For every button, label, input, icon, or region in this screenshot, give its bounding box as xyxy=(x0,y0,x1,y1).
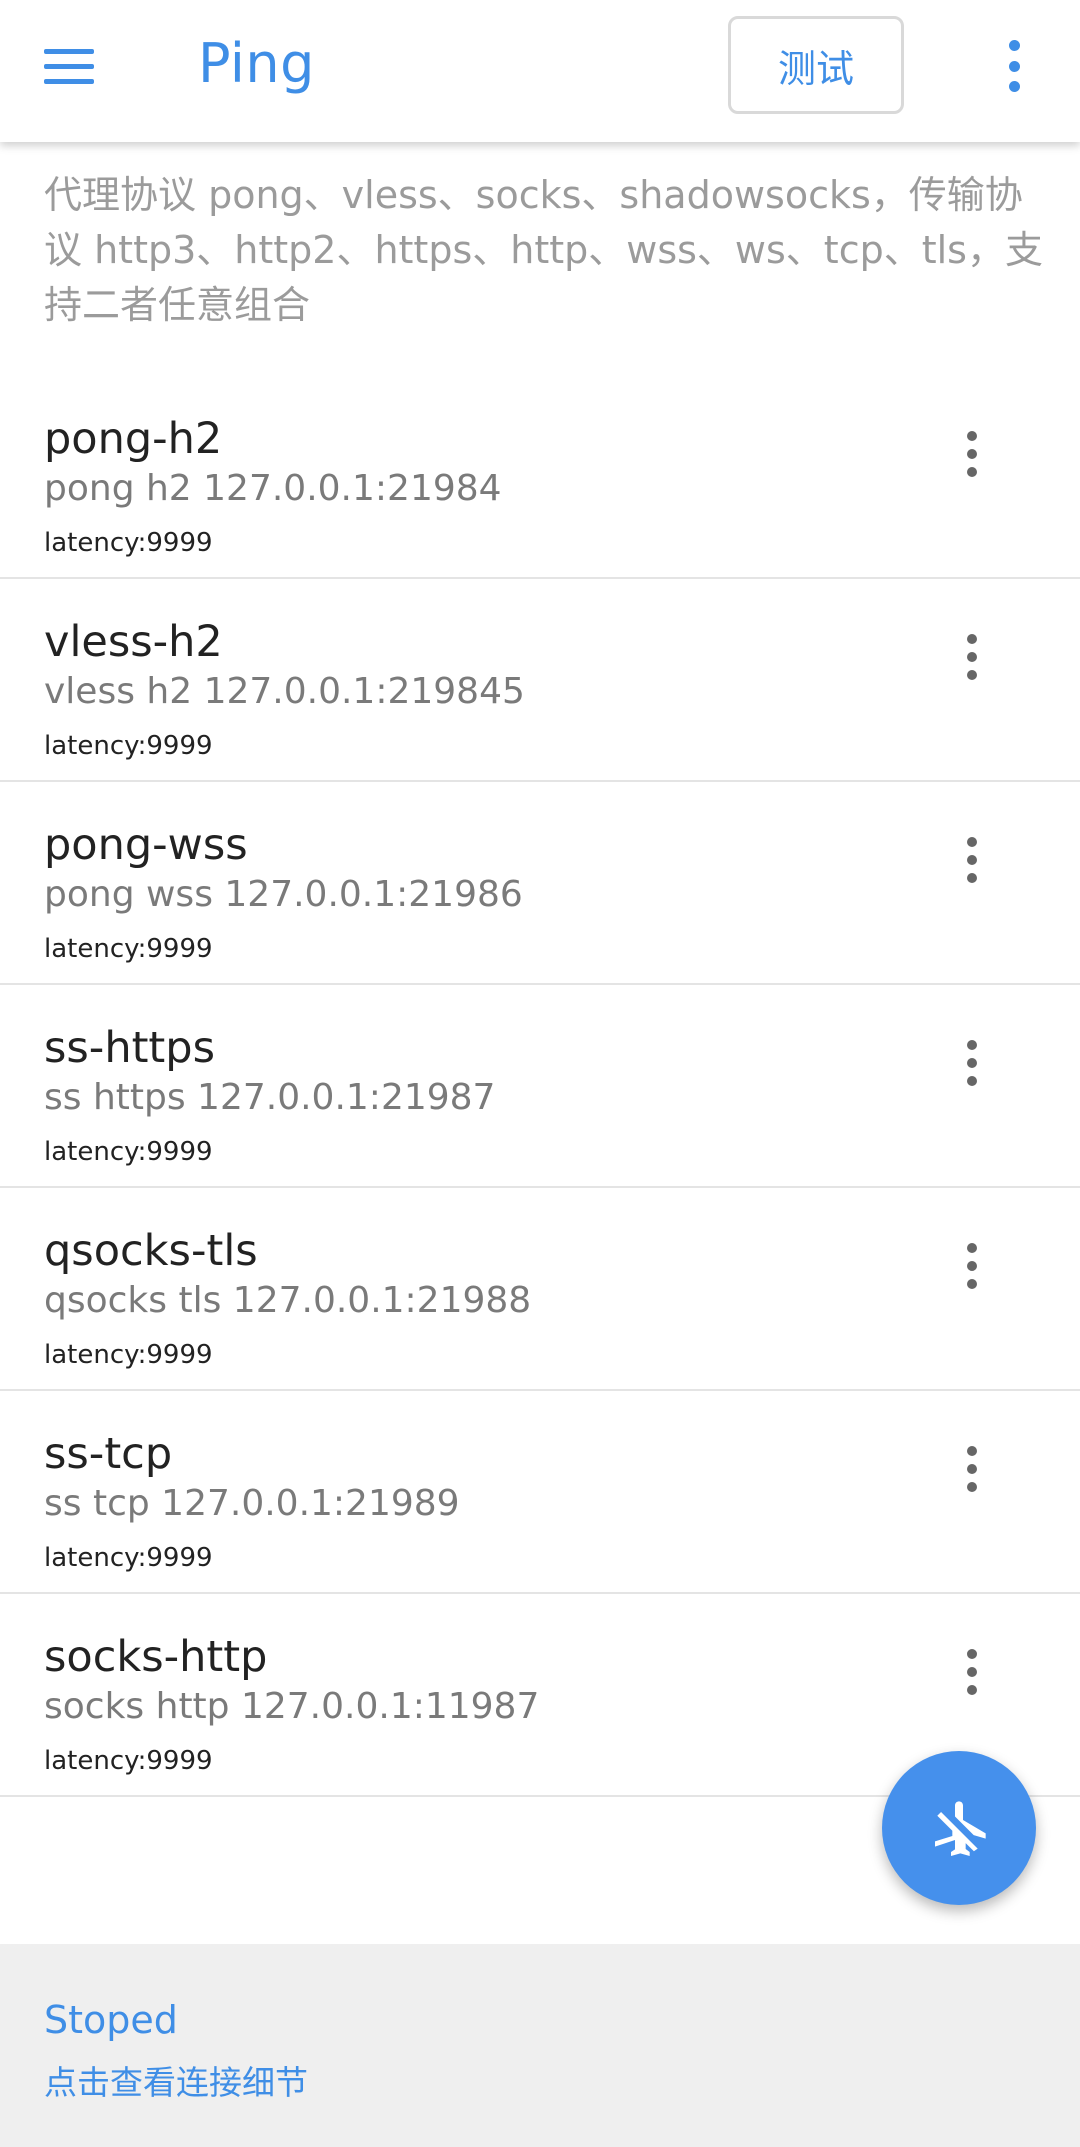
server-row[interactable]: qsocks-tls qsocks tls 127.0.0.1:21988 la… xyxy=(0,1188,1080,1391)
server-address: pong h2 127.0.0.1:21984 xyxy=(44,468,502,509)
test-button[interactable]: 测试 xyxy=(728,16,904,114)
server-latency: latency:9999 xyxy=(44,1746,213,1776)
server-name: pong-h2 xyxy=(44,414,223,464)
server-row[interactable]: pong-h2 pong h2 127.0.0.1:21984 latency:… xyxy=(0,376,1080,579)
server-latency: latency:9999 xyxy=(44,1137,213,1167)
airplane-off-icon xyxy=(935,1801,986,1856)
server-name: ss-tcp xyxy=(44,1429,173,1479)
server-row[interactable]: ss-tcp ss tcp 127.0.0.1:21989 latency:99… xyxy=(0,1391,1080,1594)
hamburger-menu-icon[interactable] xyxy=(44,38,108,94)
server-name: socks-http xyxy=(44,1632,268,1682)
server-name: ss-https xyxy=(44,1023,215,1073)
server-name: qsocks-tls xyxy=(44,1226,258,1276)
server-address: socks http 127.0.0.1:11987 xyxy=(44,1686,540,1727)
server-name: vless-h2 xyxy=(44,617,223,667)
server-address: vless h2 127.0.0.1:219845 xyxy=(44,671,525,712)
connection-detail-link[interactable]: 点击查看连接细节 xyxy=(44,2056,308,2104)
server-name: pong-wss xyxy=(44,820,248,870)
server-address: qsocks tls 127.0.0.1:21988 xyxy=(44,1280,532,1321)
server-row[interactable]: pong-wss pong wss 127.0.0.1:21986 latenc… xyxy=(0,782,1080,985)
server-latency: latency:9999 xyxy=(44,1543,213,1573)
protocol-description: 代理协议 pong、vless、socks、shadowsocks，传输协议 h… xyxy=(44,173,1043,327)
app-title: Ping xyxy=(198,32,315,95)
server-address: ss tcp 127.0.0.1:21989 xyxy=(44,1483,460,1524)
connect-fab-button[interactable] xyxy=(882,1751,1036,1905)
server-address: pong wss 127.0.0.1:21986 xyxy=(44,874,523,915)
server-latency: latency:9999 xyxy=(44,934,213,964)
more-vert-icon[interactable] xyxy=(962,431,982,477)
server-latency: latency:9999 xyxy=(44,731,213,761)
server-latency: latency:9999 xyxy=(44,528,213,558)
more-vert-icon[interactable] xyxy=(962,1446,982,1492)
connection-status: Stoped xyxy=(44,1998,178,2042)
status-panel[interactable]: Stoped 点击查看连接细节 xyxy=(0,1944,1080,2147)
server-row[interactable]: ss-https ss https 127.0.0.1:21987 latenc… xyxy=(0,985,1080,1188)
more-vert-icon[interactable] xyxy=(962,1243,982,1289)
app-bar: Ping 测试 xyxy=(0,0,1080,142)
server-list: pong-h2 pong h2 127.0.0.1:21984 latency:… xyxy=(0,376,1080,1797)
server-latency: latency:9999 xyxy=(44,1340,213,1370)
more-vert-icon[interactable] xyxy=(962,837,982,883)
more-vert-icon[interactable] xyxy=(962,1040,982,1086)
server-address: ss https 127.0.0.1:21987 xyxy=(44,1077,496,1118)
more-vert-icon[interactable] xyxy=(962,634,982,680)
more-vert-icon[interactable] xyxy=(962,1649,982,1695)
server-row[interactable]: vless-h2 vless h2 127.0.0.1:219845 laten… xyxy=(0,579,1080,782)
more-vert-icon[interactable] xyxy=(996,40,1032,92)
